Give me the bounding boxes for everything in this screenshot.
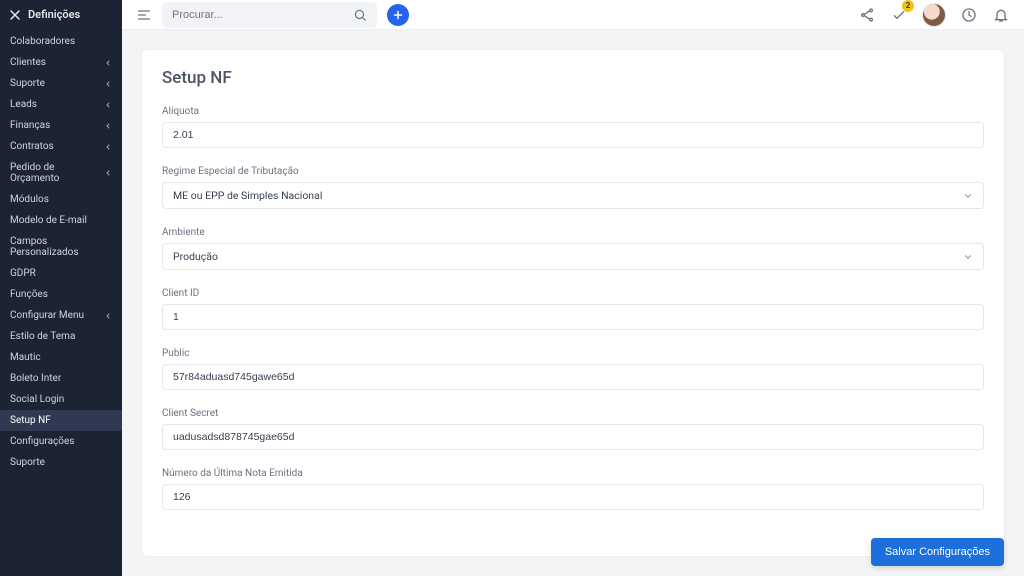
sidebar-item-label: Suporte	[10, 457, 45, 468]
input-client-id[interactable]	[162, 304, 984, 330]
sidebar-item-label: Clientes	[10, 57, 46, 68]
sidebar-item-social-login[interactable]: Social Login	[0, 389, 122, 410]
sidebar-item-m-dulos[interactable]: Módulos	[0, 189, 122, 210]
field-aliquota: Alíquota	[162, 106, 984, 148]
sidebar-item-label: GDPR	[10, 268, 36, 279]
main: 2 Setup NF Alíquota Regime Especial de T…	[122, 0, 1024, 576]
sidebar-item-label: Finanças	[10, 120, 50, 131]
sidebar-header: Definições	[0, 0, 122, 29]
setup-card: Setup NF Alíquota Regime Especial de Tri…	[142, 50, 1004, 556]
sidebar-item-configurar-menu[interactable]: Configurar Menu	[0, 305, 122, 326]
sidebar-item-fun-es[interactable]: Funções	[0, 284, 122, 305]
sidebar-item-label: Social Login	[10, 394, 64, 405]
input-aliquota[interactable]	[162, 122, 984, 148]
sidebar-item-colaboradores[interactable]: Colaboradores	[0, 31, 122, 52]
label-client-id: Client ID	[162, 288, 984, 299]
sidebar-item-estilo-de-tema[interactable]: Estilo de Tema	[0, 326, 122, 347]
sidebar-item-configura-es[interactable]: Configurações	[0, 431, 122, 452]
page-title: Setup NF	[162, 68, 984, 88]
input-ultima-nota[interactable]	[162, 484, 984, 510]
avatar[interactable]	[922, 3, 946, 27]
sidebar-item-label: Estilo de Tema	[10, 331, 75, 342]
sidebar-item-boleto-inter[interactable]: Boleto Inter	[0, 368, 122, 389]
topbar: 2	[122, 0, 1024, 30]
chevron-left-icon	[104, 122, 112, 130]
label-client-secret: Client Secret	[162, 408, 984, 419]
sidebar: Definições Colaboradores Clientes Suporte L…	[0, 0, 122, 576]
bell-icon[interactable]	[992, 6, 1010, 24]
sidebar-item-setup-nf[interactable]: Setup NF	[0, 410, 122, 431]
field-ambiente: Ambiente Produção	[162, 227, 984, 270]
sidebar-item-label: Colaboradores	[10, 36, 75, 47]
sidebar-item-label: Módulos	[10, 194, 49, 205]
input-public[interactable]	[162, 364, 984, 390]
sidebar-item-label: Campos Personalizados	[10, 236, 112, 258]
search-icon[interactable]	[353, 8, 367, 22]
sidebar-item-gdpr[interactable]: GDPR	[0, 263, 122, 284]
sidebar-list: Colaboradores Clientes Suporte Leads Finança…	[0, 29, 122, 475]
label-ultima-nota: Número da Última Nota Emitida	[162, 468, 984, 479]
clock-icon[interactable]	[960, 6, 978, 24]
select-ambiente[interactable]: Produção	[162, 243, 984, 270]
close-icon[interactable]	[10, 10, 20, 20]
sidebar-item-label: Modelo de E-mail	[10, 215, 87, 226]
sidebar-item-label: Leads	[10, 99, 37, 110]
field-regime: Regime Especial de Tributação ME ou EPP …	[162, 166, 984, 209]
search-box	[162, 2, 377, 28]
sidebar-item-label: Suporte	[10, 78, 45, 89]
sidebar-item-label: Funções	[10, 289, 48, 300]
sidebar-item-label: Pedido de Orçamento	[10, 162, 104, 184]
sidebar-item-modelo-de-e-mail[interactable]: Modelo de E-mail	[0, 210, 122, 231]
chevron-left-icon	[104, 143, 112, 151]
topbar-actions: 2	[858, 3, 1010, 27]
sidebar-item-pedido-de-or-amento[interactable]: Pedido de Orçamento	[0, 157, 122, 189]
sidebar-item-label: Boleto Inter	[10, 373, 61, 384]
sidebar-item-mautic[interactable]: Mautic	[0, 347, 122, 368]
field-ultima-nota: Número da Última Nota Emitida	[162, 468, 984, 510]
sidebar-item-label: Configurar Menu	[10, 310, 84, 321]
label-regime: Regime Especial de Tributação	[162, 166, 984, 177]
sidebar-item-label: Configurações	[10, 436, 74, 447]
sidebar-item-campos-personalizados[interactable]: Campos Personalizados	[0, 231, 122, 263]
select-regime-value: ME ou EPP de Simples Nacional	[173, 189, 322, 202]
chevron-down-icon	[963, 191, 973, 201]
add-button[interactable]	[387, 4, 409, 26]
label-ambiente: Ambiente	[162, 227, 984, 238]
field-client-id: Client ID	[162, 288, 984, 330]
content: Setup NF Alíquota Regime Especial de Tri…	[122, 30, 1024, 576]
sidebar-item-finan-as[interactable]: Finanças	[0, 115, 122, 136]
sidebar-item-label: Contratos	[10, 141, 54, 152]
chevron-left-icon	[104, 59, 112, 67]
chevron-left-icon	[104, 80, 112, 88]
chevron-left-icon	[104, 101, 112, 109]
sidebar-item-label: Setup NF	[10, 415, 51, 426]
select-regime[interactable]: ME ou EPP de Simples Nacional	[162, 182, 984, 209]
label-public: Public	[162, 348, 984, 359]
field-client-secret: Client Secret	[162, 408, 984, 450]
select-ambiente-value: Produção	[173, 250, 218, 263]
sidebar-item-suporte[interactable]: Suporte	[0, 73, 122, 94]
sidebar-item-contratos[interactable]: Contratos	[0, 136, 122, 157]
sidebar-item-leads[interactable]: Leads	[0, 94, 122, 115]
sidebar-item-clientes[interactable]: Clientes	[0, 52, 122, 73]
save-button[interactable]: Salvar Configurações	[871, 538, 1004, 566]
sidebar-title: Definições	[28, 8, 80, 21]
notif-badge: 2	[902, 0, 914, 12]
chevron-down-icon	[963, 252, 973, 262]
label-aliquota: Alíquota	[162, 106, 984, 117]
share-icon[interactable]	[858, 6, 876, 24]
menu-toggle-icon[interactable]	[136, 7, 152, 23]
sidebar-item-label: Mautic	[10, 352, 41, 363]
chevron-left-icon	[104, 169, 112, 177]
search-input[interactable]	[172, 9, 353, 21]
input-client-secret[interactable]	[162, 424, 984, 450]
check-icon[interactable]: 2	[890, 6, 908, 24]
field-public: Public	[162, 348, 984, 390]
sidebar-item-suporte[interactable]: Suporte	[0, 452, 122, 473]
chevron-left-icon	[104, 312, 112, 320]
